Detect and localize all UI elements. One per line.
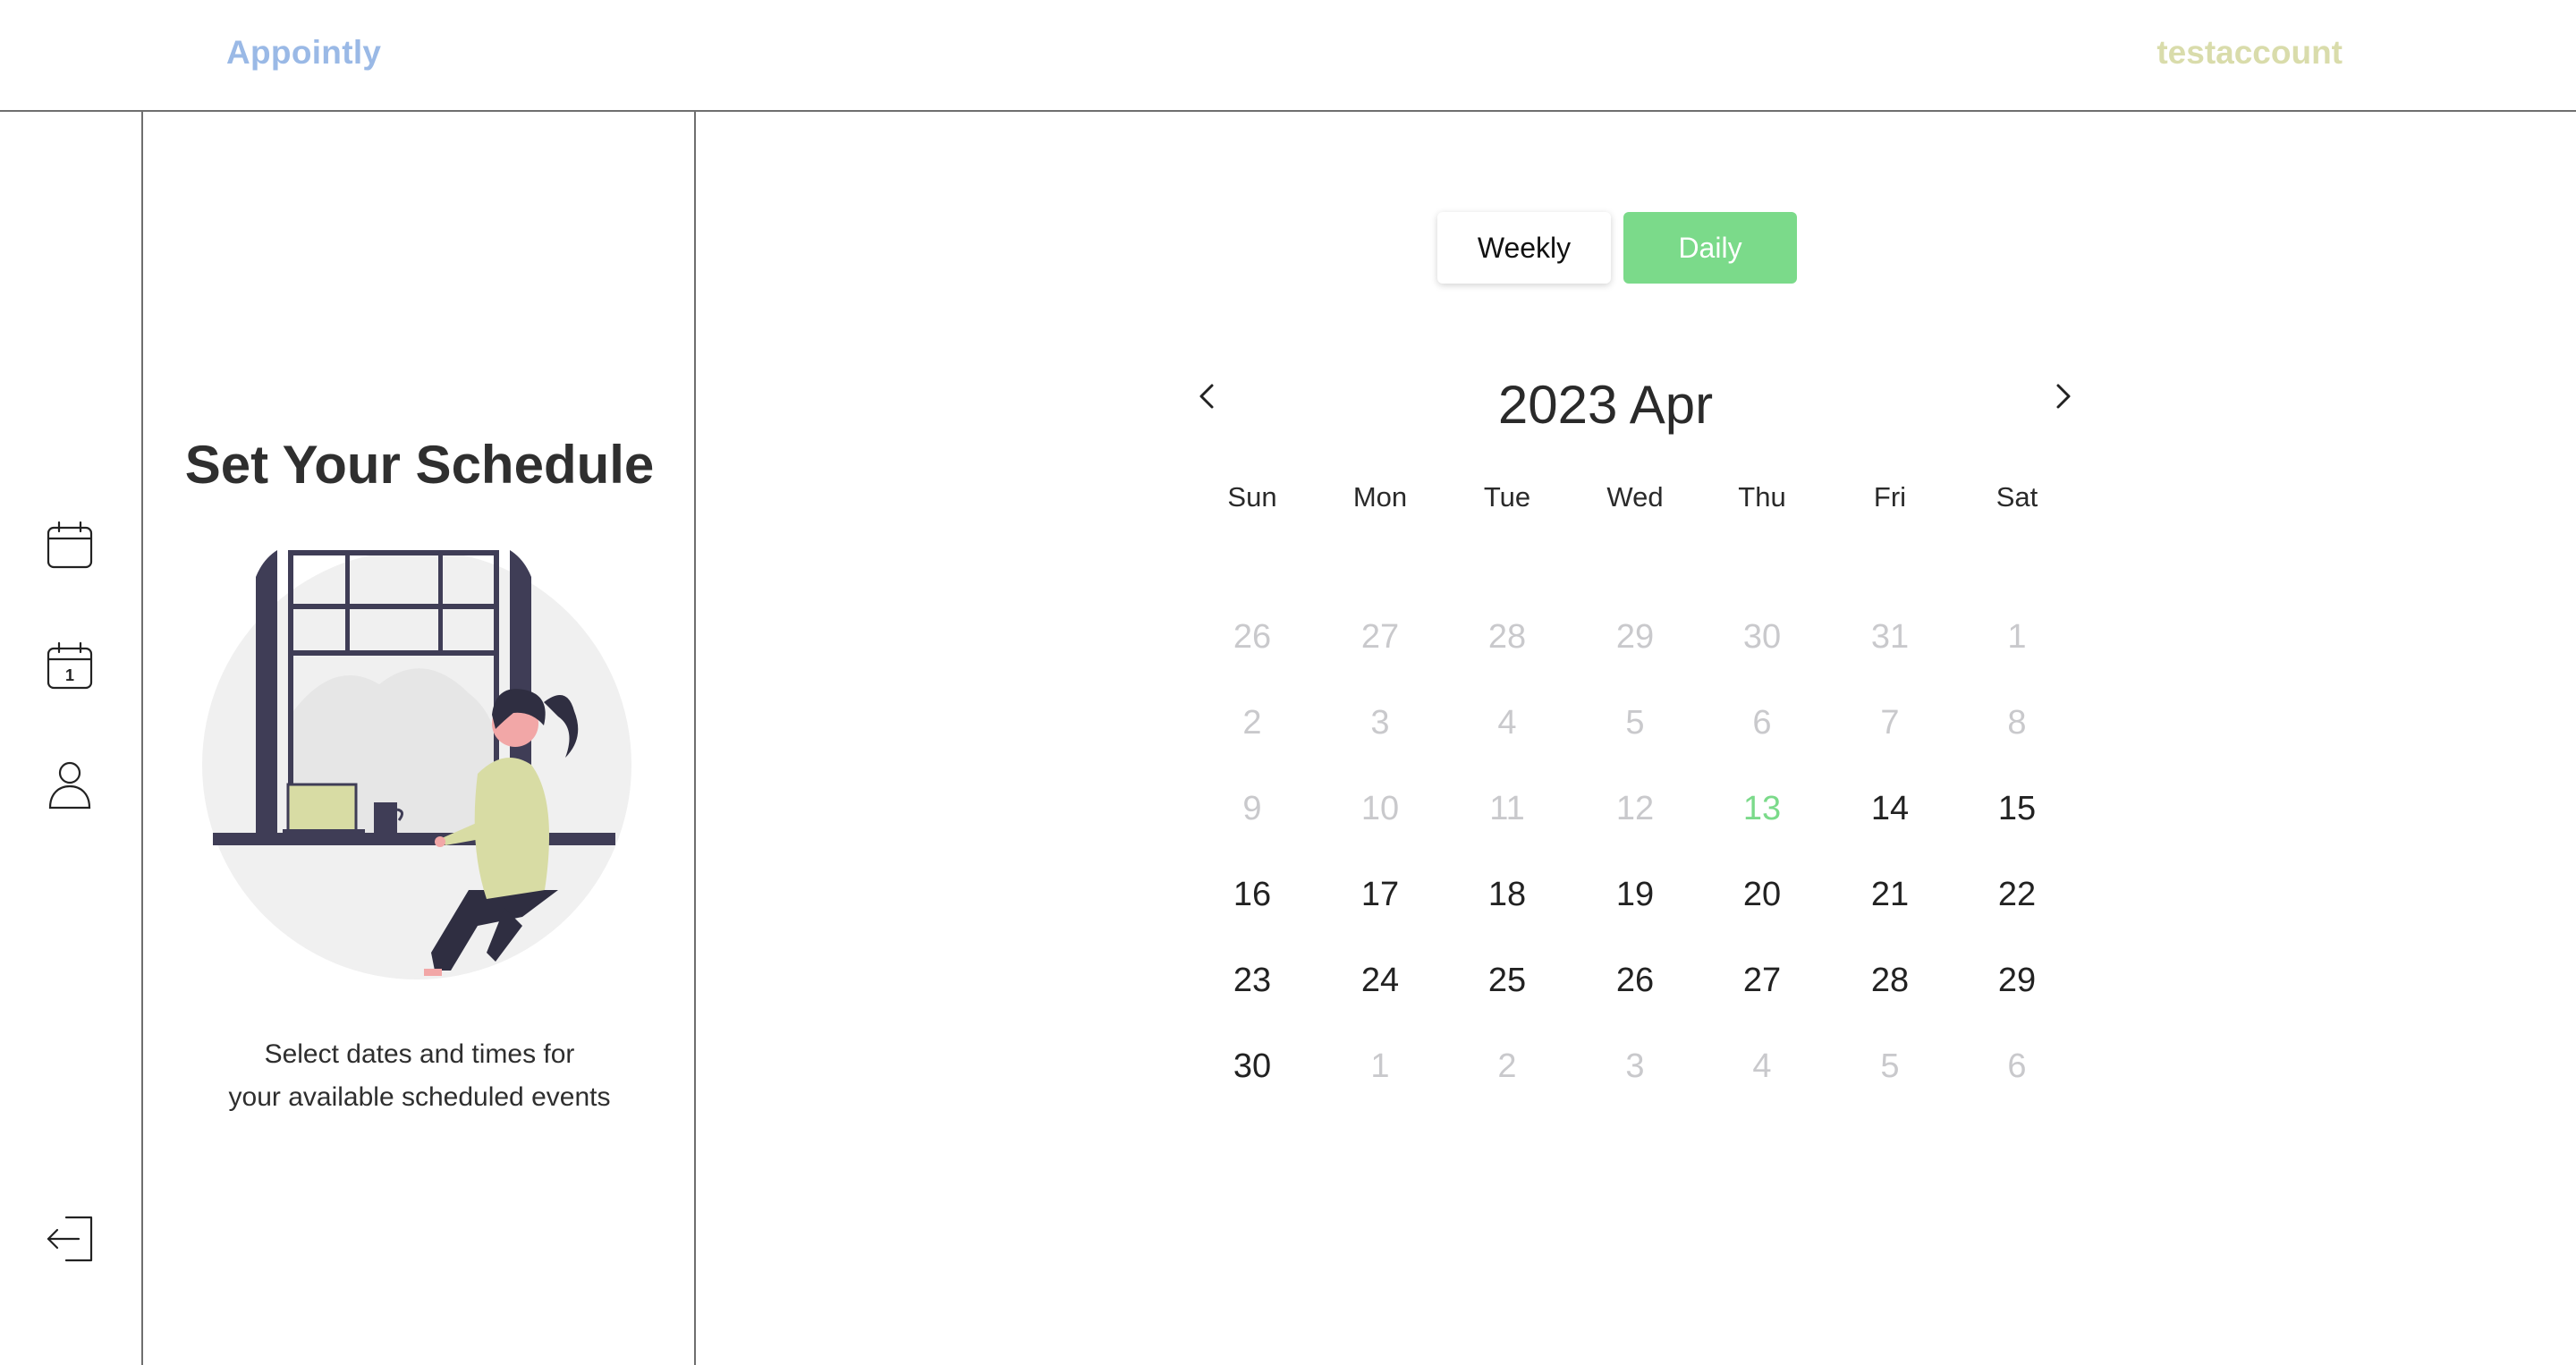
calendar-day: 26: [1233, 617, 1272, 656]
main-calendar-area: Weekly Daily 2023 Apr Sun Mon Tue Wed Thu Fri…: [698, 112, 2576, 1365]
calendar-day: 3: [1370, 703, 1390, 742]
calendar-day: 1: [2007, 617, 2027, 656]
calendar-day: 27: [1360, 617, 1400, 656]
calendar-day[interactable]: 18: [1458, 863, 1556, 926]
calendar-day: 11: [1489, 789, 1525, 827]
calendar-day[interactable]: 22: [1968, 863, 2066, 926]
calendar-day[interactable]: 27: [1713, 949, 1811, 1012]
schedule-illustration: [200, 550, 648, 988]
svg-text:1: 1: [65, 666, 74, 684]
calendar-day: 1: [1370, 1047, 1390, 1085]
calendar-day[interactable]: 17: [1331, 863, 1429, 926]
calendar-day[interactable]: 13: [1713, 777, 1811, 840]
next-month-chevron-right-icon[interactable]: [2045, 378, 2080, 414]
calendar-day: 6: [2007, 1047, 2027, 1085]
weekday-label: Sun: [1227, 481, 1277, 513]
account-name[interactable]: testaccount: [2157, 34, 2343, 72]
calendar-day: 12: [1615, 789, 1655, 827]
calendar-day: 5: [1625, 703, 1645, 742]
calendar-day[interactable]: 23: [1203, 949, 1301, 1012]
sidebar-rail: 1: [0, 112, 143, 1365]
calendar-day: 4: [1497, 703, 1517, 742]
calendar-day[interactable]: 24: [1331, 949, 1429, 1012]
calendar-day: 2: [1242, 703, 1262, 742]
calendar-day: 3: [1625, 1047, 1645, 1085]
calendar-day[interactable]: 19: [1586, 863, 1684, 926]
calendar-day[interactable]: 20: [1713, 863, 1811, 926]
panel-description-line2: your available scheduled events: [228, 1082, 611, 1112]
calendar-day: 8: [2007, 703, 2027, 742]
calendar-day: 2: [1497, 1047, 1517, 1085]
calendar-day: 31: [1870, 617, 1910, 656]
calendar-day[interactable]: 29: [1968, 949, 2066, 1012]
weekly-view-button[interactable]: Weekly: [1437, 212, 1611, 284]
panel-title: Set Your Schedule: [184, 435, 655, 495]
calendar-day[interactable]: 25: [1458, 949, 1556, 1012]
profile-icon[interactable]: [43, 758, 97, 811]
daily-view-button[interactable]: Daily: [1623, 212, 1797, 284]
calendar-day: 9: [1242, 789, 1262, 827]
calendar-day[interactable]: 21: [1841, 863, 1939, 926]
weekday-label: Tue: [1483, 481, 1531, 513]
calendar-day: 10: [1360, 789, 1400, 827]
weekday-label: Sat: [1996, 481, 2038, 513]
calendar-day: 6: [1752, 703, 1772, 742]
calendar-day[interactable]: 16: [1203, 863, 1301, 926]
schedule-panel: Set Your Schedule Select dates and times…: [143, 112, 696, 1365]
brand-logo[interactable]: Appointly: [226, 34, 381, 72]
calendar-day[interactable]: 30: [1203, 1035, 1301, 1098]
prev-month-chevron-left-icon[interactable]: [1190, 378, 1225, 414]
month-title: 2023 Apr: [1497, 375, 1714, 435]
calendar-day[interactable]: 28: [1841, 949, 1939, 1012]
top-bar: Appointly testaccount: [0, 0, 2576, 112]
calendar-day: 4: [1752, 1047, 1772, 1085]
calendar-day: 28: [1487, 617, 1527, 656]
calendar-day[interactable]: 15: [1968, 777, 2066, 840]
panel-description-line1: Select dates and times for: [264, 1039, 575, 1069]
calendar-day[interactable]: 14: [1841, 777, 1939, 840]
calendar-day[interactable]: 26: [1586, 949, 1684, 1012]
weekday-label: Fri: [1873, 481, 1907, 513]
calendar-day: 5: [1880, 1047, 1900, 1085]
calendar-icon[interactable]: [43, 519, 97, 572]
panel-description: Select dates and times for your availabl…: [143, 1033, 696, 1119]
calendar-day: 30: [1742, 617, 1782, 656]
logout-icon[interactable]: [43, 1212, 97, 1266]
calendar-day: 29: [1615, 617, 1655, 656]
calendar-day: 7: [1880, 703, 1900, 742]
weekday-label: Mon: [1352, 481, 1408, 513]
weekday-label: Wed: [1606, 481, 1664, 513]
calendar-day-icon[interactable]: 1: [43, 640, 97, 693]
weekday-label: Thu: [1738, 481, 1786, 513]
